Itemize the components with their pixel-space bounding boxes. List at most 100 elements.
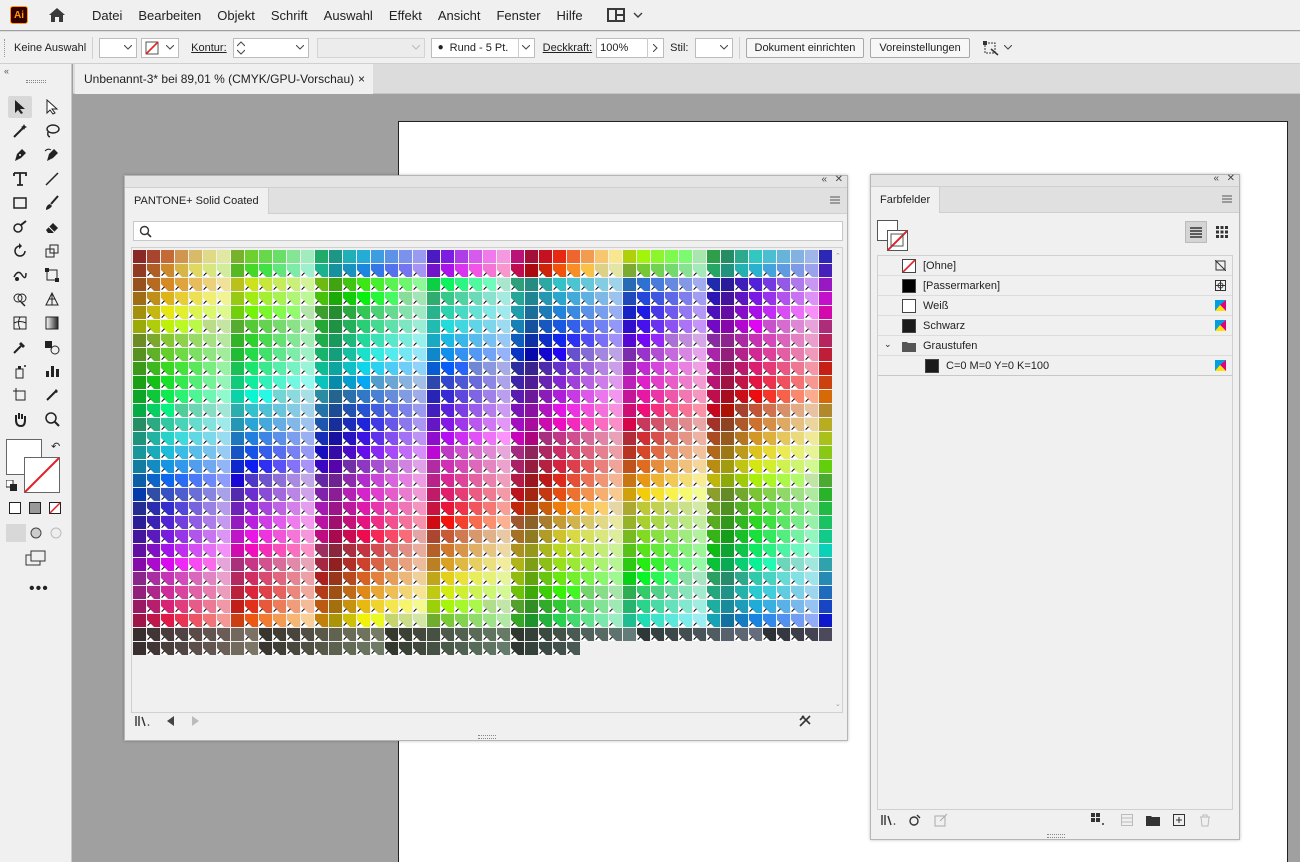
- pantone-swatch[interactable]: [231, 530, 244, 543]
- pantone-swatch[interactable]: [343, 306, 356, 319]
- perspective-grid-tool-icon[interactable]: [40, 288, 64, 310]
- pantone-swatch[interactable]: [315, 600, 328, 613]
- pantone-swatch[interactable]: [161, 418, 174, 431]
- pantone-swatch[interactable]: [693, 362, 706, 375]
- pantone-swatch[interactable]: [637, 614, 650, 627]
- pantone-swatch[interactable]: [441, 320, 454, 333]
- pantone-swatch[interactable]: [595, 348, 608, 361]
- pantone-swatch[interactable]: [147, 278, 160, 291]
- pantone-swatch[interactable]: [721, 278, 734, 291]
- pantone-swatch[interactable]: [651, 418, 664, 431]
- pantone-swatch[interactable]: [455, 460, 468, 473]
- swatch-libraries-menu-icon[interactable]: [135, 713, 151, 729]
- pantone-swatch[interactable]: [371, 642, 384, 655]
- pantone-swatch[interactable]: [455, 334, 468, 347]
- pantone-swatch[interactable]: [175, 334, 188, 347]
- pantone-swatch[interactable]: [679, 628, 692, 641]
- pantone-swatch[interactable]: [721, 530, 734, 543]
- pantone-swatch[interactable]: [539, 264, 552, 277]
- artboard-tool-icon[interactable]: [8, 384, 32, 406]
- pantone-swatch[interactable]: [791, 446, 804, 459]
- pantone-swatch[interactable]: [763, 432, 776, 445]
- pantone-swatch[interactable]: [175, 530, 188, 543]
- pantone-swatch[interactable]: [259, 362, 272, 375]
- pantone-swatch[interactable]: [175, 432, 188, 445]
- pantone-swatch[interactable]: [679, 404, 692, 417]
- pantone-swatch[interactable]: [497, 432, 510, 445]
- pantone-swatch[interactable]: [329, 530, 342, 543]
- pantone-swatch[interactable]: [301, 292, 314, 305]
- pantone-swatch[interactable]: [693, 446, 706, 459]
- menu-schrift[interactable]: Schrift: [271, 8, 308, 23]
- pantone-swatch[interactable]: [315, 446, 328, 459]
- pantone-swatch[interactable]: [707, 306, 720, 319]
- pantone-swatch[interactable]: [651, 628, 664, 641]
- pantone-swatch[interactable]: [483, 264, 496, 277]
- pantone-swatch[interactable]: [637, 418, 650, 431]
- pantone-swatch[interactable]: [497, 306, 510, 319]
- pantone-swatch[interactable]: [441, 628, 454, 641]
- pen-tool-icon[interactable]: [8, 144, 32, 166]
- warp-tool-icon[interactable]: [8, 264, 32, 286]
- pantone-swatch[interactable]: [567, 488, 580, 501]
- pantone-swatch[interactable]: [707, 530, 720, 543]
- pantone-swatch[interactable]: [315, 320, 328, 333]
- slice-tool-icon[interactable]: [40, 384, 64, 406]
- pantone-swatch[interactable]: [497, 516, 510, 529]
- pantone-swatch[interactable]: [525, 320, 538, 333]
- pantone-swatch[interactable]: [805, 390, 818, 403]
- pantone-swatch[interactable]: [651, 292, 664, 305]
- pantone-swatch[interactable]: [161, 376, 174, 389]
- pantone-swatch[interactable]: [665, 278, 678, 291]
- pantone-swatch[interactable]: [231, 558, 244, 571]
- pantone-swatch[interactable]: [413, 488, 426, 501]
- pantone-swatch[interactable]: [427, 334, 440, 347]
- gradient-mode-icon[interactable]: [29, 502, 41, 517]
- pantone-swatch[interactable]: [567, 334, 580, 347]
- pantone-swatch[interactable]: [385, 544, 398, 557]
- eyedropper-tool-icon[interactable]: [8, 336, 32, 358]
- pantone-swatch[interactable]: [567, 614, 580, 627]
- pantone-swatch[interactable]: [469, 586, 482, 599]
- pantone-swatch[interactable]: [357, 572, 370, 585]
- pantone-swatch[interactable]: [805, 572, 818, 585]
- pantone-swatch[interactable]: [707, 404, 720, 417]
- pantone-swatch[interactable]: [245, 264, 258, 277]
- close-icon[interactable]: ✕: [835, 174, 843, 185]
- pantone-swatch[interactable]: [651, 376, 664, 389]
- pantone-swatch[interactable]: [497, 376, 510, 389]
- pantone-swatch[interactable]: [497, 390, 510, 403]
- pantone-swatch[interactable]: [819, 502, 832, 515]
- pantone-swatch[interactable]: [273, 446, 286, 459]
- pantone-swatch[interactable]: [497, 460, 510, 473]
- pantone-swatch[interactable]: [399, 642, 412, 655]
- pantone-swatch[interactable]: [483, 586, 496, 599]
- pantone-swatch[interactable]: [777, 572, 790, 585]
- pantone-swatch[interactable]: [777, 432, 790, 445]
- pantone-swatch[interactable]: [665, 306, 678, 319]
- pantone-swatch[interactable]: [581, 474, 594, 487]
- pantone-swatch[interactable]: [707, 586, 720, 599]
- pantone-swatch[interactable]: [707, 292, 720, 305]
- pantone-swatch[interactable]: [469, 488, 482, 501]
- pantone-swatch[interactable]: [651, 278, 664, 291]
- pantone-swatch[interactable]: [231, 642, 244, 655]
- pantone-swatch[interactable]: [273, 544, 286, 557]
- pantone-swatch[interactable]: [469, 306, 482, 319]
- pantone-swatch[interactable]: [371, 488, 384, 501]
- pantone-swatch[interactable]: [609, 432, 622, 445]
- pantone-swatch[interactable]: [329, 348, 342, 361]
- pantone-swatch[interactable]: [581, 334, 594, 347]
- pantone-swatch[interactable]: [245, 516, 258, 529]
- pantone-swatch[interactable]: [651, 502, 664, 515]
- pantone-swatch[interactable]: [441, 544, 454, 557]
- pantone-swatch[interactable]: [623, 488, 636, 501]
- pantone-swatch[interactable]: [693, 390, 706, 403]
- pantone-swatch[interactable]: [595, 250, 608, 263]
- pantone-swatch[interactable]: [525, 264, 538, 277]
- pantone-swatch[interactable]: [819, 460, 832, 473]
- pantone-swatch[interactable]: [567, 432, 580, 445]
- pantone-swatch[interactable]: [707, 418, 720, 431]
- pantone-swatch[interactable]: [707, 572, 720, 585]
- pantone-swatch[interactable]: [231, 502, 244, 515]
